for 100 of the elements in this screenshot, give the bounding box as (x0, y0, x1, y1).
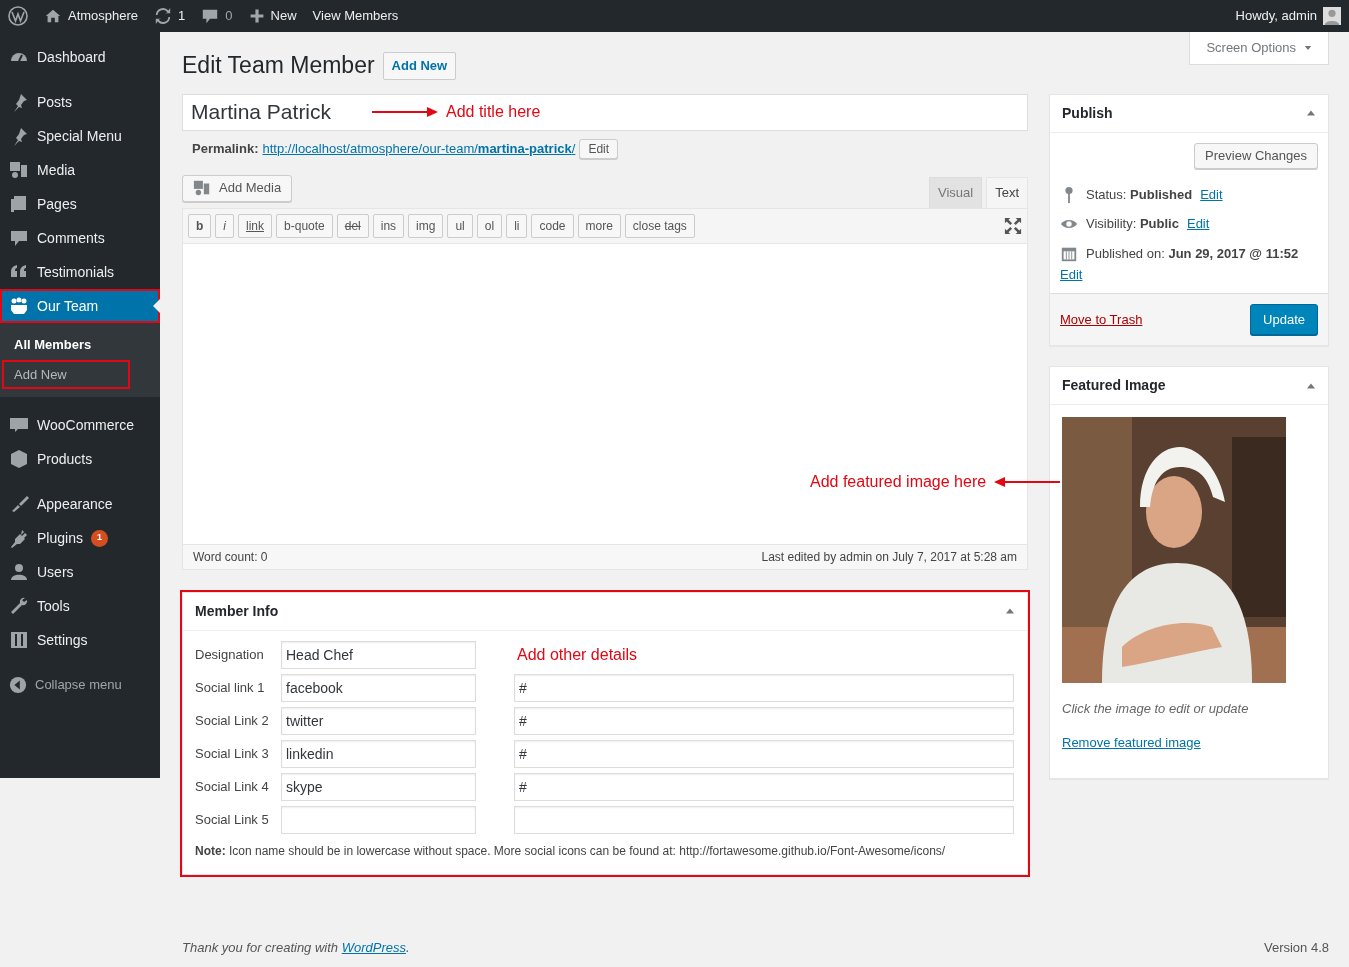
editor-tab[interactable]: Visual (928, 177, 983, 208)
menu-item[interactable]: Media (0, 153, 160, 187)
url-field[interactable]: # (514, 739, 1014, 768)
panel-title: Publish (1062, 103, 1113, 123)
edit-link[interactable]: Edit (1200, 184, 1223, 205)
quicktag-button[interactable]: more (577, 213, 621, 238)
new-label: New (270, 7, 297, 26)
last-edited: Last edited by admin on July 7, 2017 at 5:28 am (761, 548, 1017, 566)
icon-name-field[interactable]: skype (281, 772, 476, 801)
update-count: 1 (178, 7, 186, 26)
fullscreen-icon[interactable] (1004, 216, 1022, 235)
menu-item[interactable]: Testimonials (0, 255, 160, 289)
add-new-button[interactable]: Add New (382, 52, 457, 80)
caret-icon (1304, 43, 1312, 52)
menu-item[interactable]: Products (0, 442, 160, 476)
edit-permalink-button[interactable]: Edit (579, 138, 619, 160)
status-text: Status: Published (1086, 185, 1193, 204)
editor-tab[interactable]: Text (986, 177, 1028, 208)
quicktag-button[interactable]: del (336, 213, 369, 238)
menu-item[interactable]: Special Menu (0, 119, 160, 153)
annotation-text: Add other details (517, 644, 638, 665)
menu-item[interactable]: Plugins 1 (0, 521, 160, 555)
url-field[interactable]: # (514, 772, 1014, 801)
arrow-icon (372, 107, 438, 118)
media-icon (193, 179, 211, 198)
quicktag-button[interactable]: ol (476, 213, 503, 238)
quicktag-button[interactable]: i (215, 213, 234, 238)
wordpress-logo-icon[interactable] (8, 6, 28, 26)
account-link[interactable]: Howdy, admin (1235, 6, 1341, 26)
quicktag-button[interactable]: close tags (624, 213, 695, 238)
quicktag-button[interactable]: link (238, 213, 273, 238)
wrench-icon (9, 596, 29, 616)
screen-options-button[interactable]: Screen Options (1189, 32, 1329, 65)
quicktag-button[interactable]: b-quote (276, 213, 333, 238)
url-field[interactable]: # (514, 673, 1014, 702)
box-icon (9, 449, 29, 469)
url-field[interactable]: # (514, 706, 1014, 735)
remove-featured-image-link[interactable]: Remove featured image (1062, 732, 1201, 753)
quicktag-button[interactable]: ul (447, 213, 473, 238)
footer-credit: Thank you for creating with WordPress. (182, 939, 410, 957)
panel-title: Member Info (195, 601, 279, 621)
menu-item[interactable]: Dashboard (0, 40, 160, 74)
annotation-text: Add featured image here (810, 471, 987, 492)
title-field[interactable]: Martina Patrick (191, 96, 356, 128)
comment-icon (201, 7, 220, 25)
add-media-button[interactable]: Add Media (182, 175, 293, 202)
icon-name-field[interactable]: Head Chef (281, 640, 476, 669)
menu-item[interactable]: Comments (0, 221, 160, 255)
comment-icon (9, 228, 29, 248)
icon-name-field[interactable]: linkedin (281, 739, 476, 768)
collapse-toggle-icon[interactable] (1306, 108, 1316, 119)
quicktag-button[interactable]: code (531, 213, 574, 238)
submenu-item[interactable]: Add New (2, 359, 130, 389)
menu-item[interactable]: Settings (0, 623, 160, 657)
menu-item[interactable]: Our Team (0, 289, 160, 323)
permalink-link[interactable]: http://localhost/atmosphere/our-team/martina-patrick/ (262, 139, 576, 159)
quicktag-button[interactable]: li (506, 213, 528, 238)
user-icon (9, 562, 29, 582)
page-title: Edit Team Member (182, 52, 375, 80)
new-link[interactable]: New (248, 6, 297, 26)
field-label: Social Link 3 (195, 744, 270, 763)
media-icon (9, 160, 29, 180)
status-text: Visibility: Public (1086, 215, 1179, 234)
icon-name-field[interactable]: twitter (281, 706, 476, 735)
edit-link[interactable]: Edit (1060, 265, 1318, 285)
icon-name-field[interactable]: facebook (281, 673, 476, 702)
collapse-menu-button[interactable]: Collapse menu (0, 668, 160, 702)
quicktag-button[interactable]: b (188, 213, 212, 238)
comments-link[interactable]: 0 (201, 6, 233, 26)
version-text: Version 4.8 (1263, 939, 1329, 957)
menu-item[interactable]: Posts (0, 85, 160, 119)
home-icon (44, 7, 62, 25)
greeting: Howdy, admin (1235, 7, 1317, 26)
icon-name-field[interactable] (281, 805, 476, 834)
move-to-trash-link[interactable]: Move to Trash (1060, 309, 1143, 330)
preview-changes-button[interactable]: Preview Changes (1194, 142, 1318, 169)
annotation-text: Add title here (446, 102, 541, 123)
field-label: Social Link 2 (195, 711, 270, 730)
plug-icon (9, 528, 29, 548)
submenu-item[interactable]: All Members (2, 330, 130, 360)
quicktag-button[interactable]: ins (372, 213, 405, 238)
quicktag-button[interactable]: img (408, 213, 444, 238)
url-field[interactable] (514, 805, 1014, 834)
view-members-link[interactable]: View Members (312, 6, 399, 26)
menu-item[interactable]: Pages (0, 187, 160, 221)
updates-link[interactable]: 1 (154, 6, 186, 26)
field-label: Designation (195, 645, 265, 664)
wordpress-link[interactable]: WordPress (341, 940, 406, 955)
menu-item[interactable]: Tools (0, 589, 160, 623)
menu-item[interactable]: Users (0, 555, 160, 589)
menu-item[interactable]: Appearance (0, 487, 160, 521)
field-label: Social Link 4 (195, 777, 270, 796)
update-button[interactable]: Update (1250, 303, 1318, 336)
note-text: Note: Icon name should be in lowercase without space. More social icons can be found at: http://fortawesome.github.io/Font-Awesome/icons/ (195, 842, 947, 860)
refresh-icon (154, 7, 173, 25)
edit-link[interactable]: Edit (1186, 214, 1210, 234)
site-link[interactable]: Atmosphere (44, 6, 139, 26)
shop-icon (9, 415, 29, 435)
collapse-toggle-icon[interactable] (1005, 606, 1015, 617)
menu-item[interactable]: WooCommerce (0, 408, 160, 442)
